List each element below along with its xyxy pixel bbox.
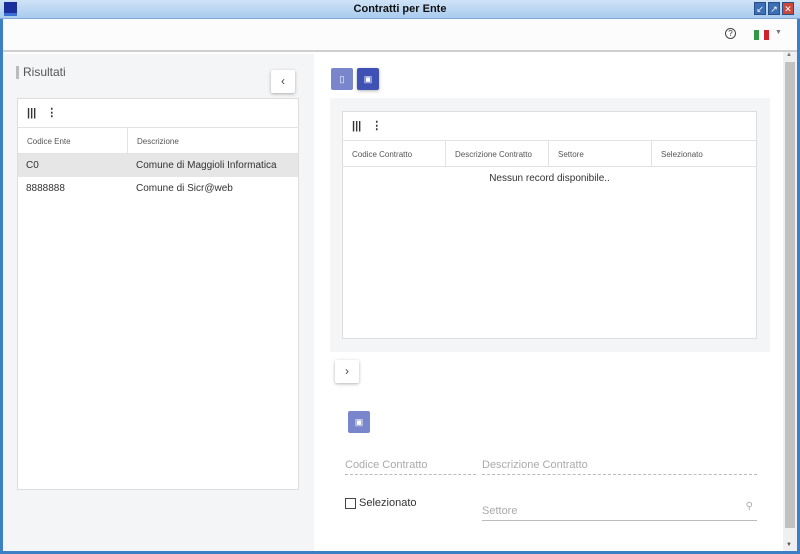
contracts-panel: ||| ⋮ Codice Contratto Descrizione Contra… — [330, 98, 770, 352]
section-title: Risultati — [16, 66, 66, 79]
grid-toolbar: ||| ⋮ — [343, 112, 756, 141]
grid-header: Codice Contratto Descrizione Contratto S… — [343, 141, 756, 167]
columns-icon[interactable]: ||| — [352, 120, 361, 132]
save-icon: ▣ — [363, 74, 373, 84]
more-vert-icon[interactable]: ⋮ — [46, 107, 57, 119]
column-header[interactable]: Descrizione — [128, 128, 298, 153]
language-dropdown-caret-icon[interactable]: ▼ — [775, 29, 782, 36]
column-header[interactable]: Codice Ente — [18, 128, 128, 153]
italian-flag-icon[interactable] — [754, 30, 769, 40]
maximize-icon[interactable]: ↗ — [768, 2, 780, 15]
vertical-scrollbar[interactable]: ▲ ▼ — [783, 52, 797, 551]
results-panel: Risultati ‹ ||| ⋮ Codice Ente Descrizione… — [3, 54, 314, 551]
scroll-up-icon[interactable]: ▲ — [786, 52, 792, 58]
save-icon: ▣ — [354, 417, 364, 427]
collapse-button[interactable]: ‹ — [271, 70, 295, 93]
column-header[interactable]: Selezionato — [652, 141, 756, 166]
table-row[interactable]: 8888888 Comune di Sicr@web — [18, 177, 298, 200]
new-button[interactable]: ▯ — [331, 68, 353, 90]
expand-button[interactable]: › — [335, 360, 359, 383]
detail-panel: ▯ ▣ ||| ⋮ Codice Contratto Descrizione Co… — [314, 54, 783, 551]
checkbox-box[interactable] — [345, 497, 356, 509]
table-row[interactable]: C0 Comune di Maggioli Informatica — [18, 154, 298, 177]
column-header[interactable]: Descrizione Contratto — [446, 141, 549, 166]
cell-descrizione: Comune di Maggioli Informatica — [136, 160, 277, 171]
settore-placeholder: Settore — [482, 505, 518, 517]
column-header[interactable]: Codice Contratto — [343, 141, 446, 166]
scroll-down-icon[interactable]: ▼ — [786, 542, 792, 548]
help-icon[interactable]: ? — [725, 28, 736, 39]
window-client: ? ▼ Risultati ‹ ||| ⋮ Codice Ente Descriz… — [3, 19, 797, 551]
new-document-icon: ▯ — [339, 74, 345, 84]
window-title: Contratti per Ente — [353, 3, 447, 15]
cell-codice: 8888888 — [26, 183, 65, 194]
selezionato-checkbox[interactable]: Selezionato — [345, 497, 417, 509]
enti-grid: ||| ⋮ Codice Ente Descrizione C0 Comune d… — [17, 98, 299, 490]
column-header[interactable]: Settore — [549, 141, 652, 166]
cell-descrizione: Comune di Sicr@web — [136, 183, 233, 194]
form-save-button[interactable]: ▣ — [348, 411, 370, 433]
close-icon[interactable]: ✕ — [782, 2, 794, 15]
more-vert-icon[interactable]: ⋮ — [371, 120, 382, 132]
settore-input[interactable]: Settore ⚲ — [482, 501, 757, 521]
search-icon[interactable]: ⚲ — [746, 501, 753, 512]
contracts-grid: ||| ⋮ Codice Contratto Descrizione Contra… — [342, 111, 757, 339]
checkbox-label: Selezionato — [359, 497, 417, 509]
scrollbar-thumb[interactable] — [785, 62, 795, 528]
app-header: ? ▼ — [3, 19, 797, 52]
cell-codice: C0 — [26, 160, 39, 171]
grid-toolbar: ||| ⋮ — [18, 99, 298, 128]
codice-contratto-input[interactable]: Codice Contratto — [345, 459, 476, 475]
restore-icon[interactable]: ↙ — [754, 2, 766, 15]
grid-header: Codice Ente Descrizione — [18, 128, 298, 154]
descrizione-contratto-input[interactable]: Descrizione Contratto — [482, 459, 757, 475]
save-button[interactable]: ▣ — [357, 68, 379, 90]
columns-icon[interactable]: ||| — [27, 107, 36, 119]
title-bar: Contratti per Ente ↙ ↗ ✕ — [0, 0, 800, 19]
empty-message: Nessun record disponibile.. — [489, 173, 610, 184]
